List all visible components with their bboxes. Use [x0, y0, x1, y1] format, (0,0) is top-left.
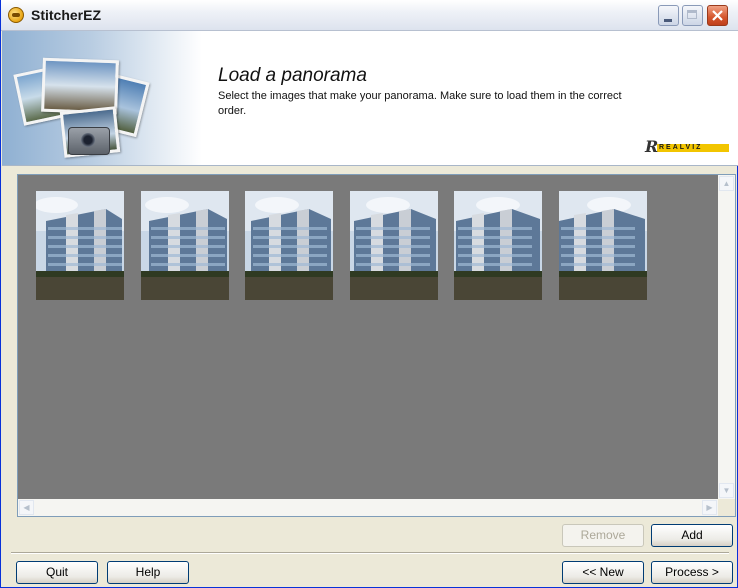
image-list-panel[interactable]: ▲ ▼ ◀ ▶ — [17, 174, 736, 517]
vertical-scrollbar[interactable]: ▲ ▼ — [718, 175, 735, 499]
logo-mark: R — [645, 137, 659, 156]
page-description: Select the images that make your panoram… — [218, 90, 622, 117]
divider — [11, 552, 729, 554]
image-thumbnail[interactable] — [350, 191, 438, 300]
process-button[interactable]: Process > — [651, 561, 733, 584]
image-thumbnail[interactable] — [141, 191, 229, 300]
scroll-down-icon[interactable]: ▼ — [719, 483, 734, 498]
camera-icon — [68, 127, 110, 155]
close-icon — [712, 10, 723, 21]
realviz-logo: R REALVIZ — [645, 139, 737, 155]
title-bar[interactable]: StitcherEZ — [1, 0, 738, 31]
window-title: StitcherEZ — [31, 7, 102, 23]
app-window: StitcherEZ Load a panorama Select the im… — [0, 0, 738, 588]
photos-illustration — [2, 31, 202, 165]
image-thumbnail[interactable] — [245, 191, 333, 300]
maximize-button[interactable] — [682, 5, 703, 26]
logo-text: REALVIZ — [659, 144, 703, 151]
new-button[interactable]: << New — [562, 561, 644, 584]
scroll-left-icon[interactable]: ◀ — [19, 500, 34, 515]
image-thumbnail[interactable] — [454, 191, 542, 300]
building-photo-icon — [36, 191, 124, 300]
building-photo-icon — [245, 191, 333, 300]
image-thumbnail[interactable] — [559, 191, 647, 300]
help-button[interactable]: Help — [107, 561, 189, 584]
scroll-corner — [718, 499, 735, 516]
scroll-up-icon[interactable]: ▲ — [719, 176, 734, 191]
minimize-button[interactable] — [658, 5, 679, 26]
quit-button[interactable]: Quit — [16, 561, 98, 584]
photo-print — [41, 57, 119, 115]
page-title: Load a panorama — [218, 65, 367, 86]
close-button[interactable] — [707, 5, 728, 26]
building-photo-icon — [454, 191, 542, 300]
horizontal-scrollbar[interactable]: ◀ ▶ — [18, 499, 718, 516]
add-button[interactable]: Add — [651, 524, 733, 547]
remove-button[interactable]: Remove — [562, 524, 644, 547]
app-icon — [8, 7, 24, 23]
scroll-right-icon[interactable]: ▶ — [702, 500, 717, 515]
header-banner: Load a panorama Select the images that m… — [2, 31, 738, 166]
building-photo-icon — [559, 191, 647, 300]
building-photo-icon — [141, 191, 229, 300]
image-canvas[interactable] — [18, 175, 718, 499]
image-thumbnail[interactable] — [36, 191, 124, 300]
building-photo-icon — [350, 191, 438, 300]
